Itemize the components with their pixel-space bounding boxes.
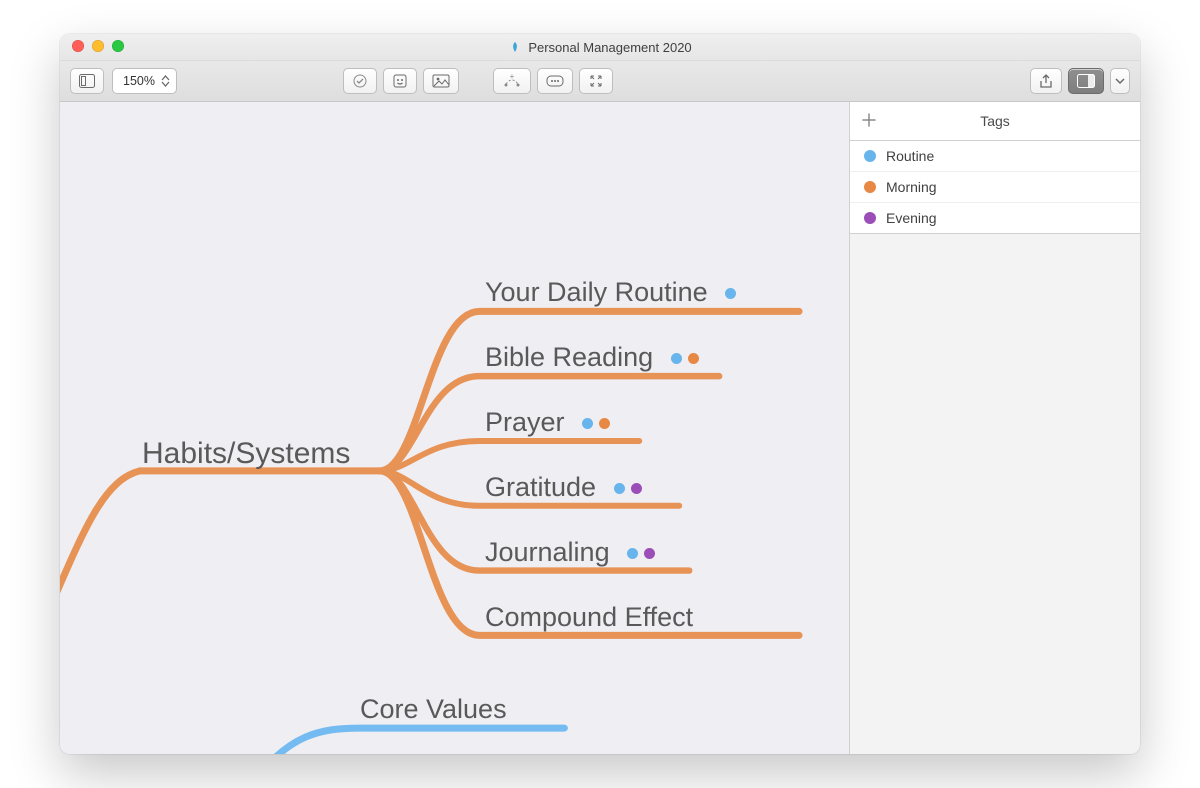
toggle-outline-button[interactable] (70, 68, 104, 94)
tag-item-morning[interactable]: Morning (850, 172, 1140, 203)
node-label: Journaling (485, 537, 610, 567)
sticker-button[interactable] (383, 68, 417, 94)
mindmap-child-node[interactable]: Your Daily Routine (485, 278, 736, 308)
share-button[interactable] (1030, 68, 1062, 94)
tag-dot-routine (582, 418, 593, 429)
tag-color-swatch (864, 150, 876, 162)
tags-panel-title: Tags (850, 113, 1140, 129)
mindmap-child-node[interactable]: Journaling (485, 538, 655, 568)
tag-item-evening[interactable]: Evening (850, 203, 1140, 233)
tag-dot-evening (644, 548, 655, 559)
node-tags (725, 288, 736, 299)
node-label: Compound Effect (485, 602, 693, 632)
tags-panel-header: Tags (850, 102, 1140, 141)
mindmap-child-node[interactable]: Prayer (485, 408, 610, 438)
mindmap-canvas[interactable]: Habits/Systems Your Daily Routine Bible … (60, 102, 849, 754)
window-title-area: Personal Management 2020 (60, 40, 1140, 55)
svg-text:+: + (510, 74, 515, 81)
tag-color-swatch (864, 212, 876, 224)
titlebar: Personal Management 2020 (60, 34, 1140, 61)
node-label: Gratitude (485, 472, 596, 502)
add-tag-button[interactable] (862, 112, 876, 130)
node-tags (582, 418, 610, 429)
notes-button[interactable] (537, 68, 573, 94)
node-label: Prayer (485, 407, 565, 437)
node-label: Habits/Systems (142, 437, 350, 470)
content-area: Habits/Systems Your Daily Routine Bible … (60, 102, 1140, 754)
tag-label: Routine (886, 148, 934, 164)
document-icon (508, 40, 522, 54)
tag-label: Morning (886, 179, 937, 195)
tags-panel: Tags Routine Morning Evening (849, 102, 1140, 754)
inspector-menu-button[interactable] (1110, 68, 1130, 94)
window-controls (72, 40, 124, 52)
node-tags (671, 353, 699, 364)
node-label: Bible Reading (485, 342, 653, 372)
connect-button[interactable]: + (493, 68, 531, 94)
tag-dot-routine (627, 548, 638, 559)
mindmap-child-node[interactable]: Bible Reading (485, 343, 699, 373)
tag-list: Routine Morning Evening (850, 141, 1140, 234)
tag-dot-morning (599, 418, 610, 429)
tag-dot-evening (631, 483, 642, 494)
tag-dot-routine (725, 288, 736, 299)
zoom-value: 150% (123, 74, 155, 88)
mindmap-root-node[interactable]: Habits/Systems (142, 437, 350, 470)
tag-dot-routine (671, 353, 682, 364)
node-label: Core Values (360, 694, 507, 724)
mindmap-child-node[interactable]: Gratitude (485, 473, 642, 503)
zoom-button[interactable] (112, 40, 124, 52)
node-tags (614, 483, 642, 494)
tag-label: Evening (886, 210, 937, 226)
mindmap-child-node[interactable]: Compound Effect (485, 603, 693, 633)
node-label: Your Daily Routine (485, 277, 708, 307)
branch-lines (60, 102, 849, 754)
toolbar: 150% + (60, 61, 1140, 102)
minimize-button[interactable] (92, 40, 104, 52)
node-tags (627, 548, 655, 559)
close-button[interactable] (72, 40, 84, 52)
media-button[interactable] (423, 68, 459, 94)
zoom-stepper[interactable] (161, 75, 170, 87)
app-window: Personal Management 2020 150% (60, 34, 1140, 754)
fold-button[interactable] (579, 68, 613, 94)
tag-item-routine[interactable]: Routine (850, 141, 1140, 172)
window-title: Personal Management 2020 (528, 40, 691, 55)
tag-dot-morning (688, 353, 699, 364)
tag-color-swatch (864, 181, 876, 193)
zoom-select[interactable]: 150% (112, 68, 177, 94)
inspector-toggle-button[interactable] (1068, 68, 1104, 94)
tag-dot-routine (614, 483, 625, 494)
task-button[interactable] (343, 68, 377, 94)
mindmap-sibling-node[interactable]: Core Values (360, 695, 507, 725)
